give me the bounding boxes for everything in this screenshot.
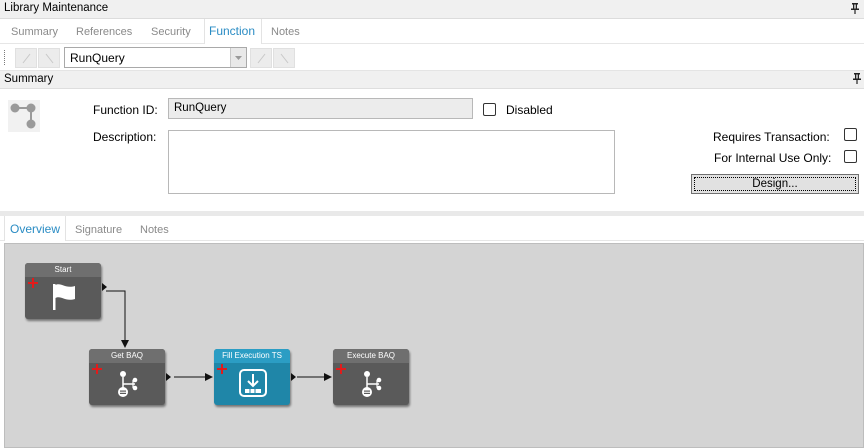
tab-references[interactable]: References xyxy=(76,26,132,38)
fill-table-icon xyxy=(239,369,267,397)
function-id-field: RunQuery xyxy=(168,98,473,119)
tab-summary[interactable]: Summary xyxy=(11,26,58,38)
plus-icon[interactable] xyxy=(335,363,347,375)
tab-function[interactable]: Function xyxy=(209,24,255,38)
plus-icon[interactable] xyxy=(216,363,228,375)
node-title: Get BAQ xyxy=(89,349,165,363)
chevron-down-icon[interactable] xyxy=(230,48,246,67)
disabled-label: Disabled xyxy=(506,103,553,117)
connector-start-getbaq xyxy=(106,290,129,348)
plus-icon[interactable] xyxy=(27,277,39,289)
workflow-node-get-baq[interactable]: Get BAQ xyxy=(89,349,171,405)
baq-icon xyxy=(362,371,382,397)
node-title: Start xyxy=(25,263,101,277)
tab-sub-notes[interactable]: Notes xyxy=(140,224,169,236)
description-label: Description: xyxy=(93,130,157,144)
workflow-node-fill-execution-ts[interactable]: Fill Execution TS xyxy=(214,349,296,405)
first-icon xyxy=(22,53,31,64)
description-field[interactable] xyxy=(168,130,615,194)
summary-panel: Function ID: RunQuery Disabled Descripti… xyxy=(0,89,864,211)
disabled-checkbox[interactable] xyxy=(483,103,496,116)
output-port[interactable] xyxy=(102,283,107,291)
design-button[interactable]: Design... xyxy=(691,174,859,194)
next-record-button[interactable] xyxy=(250,48,272,68)
output-port[interactable] xyxy=(291,373,296,381)
node-title: Execute BAQ xyxy=(333,349,409,363)
internal-use-checkbox[interactable] xyxy=(844,150,857,163)
summary-section-title: Summary xyxy=(4,73,54,85)
workflow-connectors xyxy=(106,290,332,381)
first-record-button[interactable] xyxy=(15,48,37,68)
summary-section-header: Summary xyxy=(0,71,864,89)
baq-icon xyxy=(118,371,138,397)
previous-record-button[interactable] xyxy=(38,48,60,68)
toolbar-grip[interactable] xyxy=(4,50,7,65)
last-icon xyxy=(280,53,289,64)
flag-icon xyxy=(53,284,75,310)
last-record-button[interactable] xyxy=(273,48,295,68)
workflow-canvas[interactable]: Start Get BAQ Fill Execution TS Execute … xyxy=(4,243,864,448)
window-titlebar: Library Maintenance xyxy=(0,0,864,19)
function-id-label: Function ID: xyxy=(93,103,158,117)
window-title: Library Maintenance xyxy=(4,2,109,14)
tab-overview[interactable]: Overview xyxy=(10,222,60,236)
node-title: Fill Execution TS xyxy=(214,349,290,363)
next-icon xyxy=(257,53,266,64)
tab-signature[interactable]: Signature xyxy=(75,224,122,236)
previous-icon xyxy=(45,53,54,64)
pin-icon[interactable] xyxy=(850,3,860,15)
workflow-node-start[interactable]: Start xyxy=(25,263,107,319)
function-toolbar: RunQuery xyxy=(0,45,864,71)
function-select[interactable]: RunQuery xyxy=(64,47,247,68)
function-id-value: RunQuery xyxy=(174,102,227,114)
tab-notes[interactable]: Notes xyxy=(271,26,300,38)
tab-security[interactable]: Security xyxy=(151,26,191,38)
main-tabs: Summary References Security Function Not… xyxy=(0,19,864,44)
output-port[interactable] xyxy=(166,373,171,381)
requires-transaction-label: Requires Transaction: xyxy=(713,130,830,144)
function-select-value: RunQuery xyxy=(70,51,125,65)
requires-transaction-checkbox[interactable] xyxy=(844,128,857,141)
internal-use-label: For Internal Use Only: xyxy=(714,151,832,165)
sub-tabs: Overview Signature Notes xyxy=(0,216,864,241)
function-icon xyxy=(8,100,40,132)
workflow-node-execute-baq[interactable]: Execute BAQ xyxy=(333,349,409,405)
pin-icon[interactable] xyxy=(852,73,862,85)
plus-icon[interactable] xyxy=(91,363,103,375)
